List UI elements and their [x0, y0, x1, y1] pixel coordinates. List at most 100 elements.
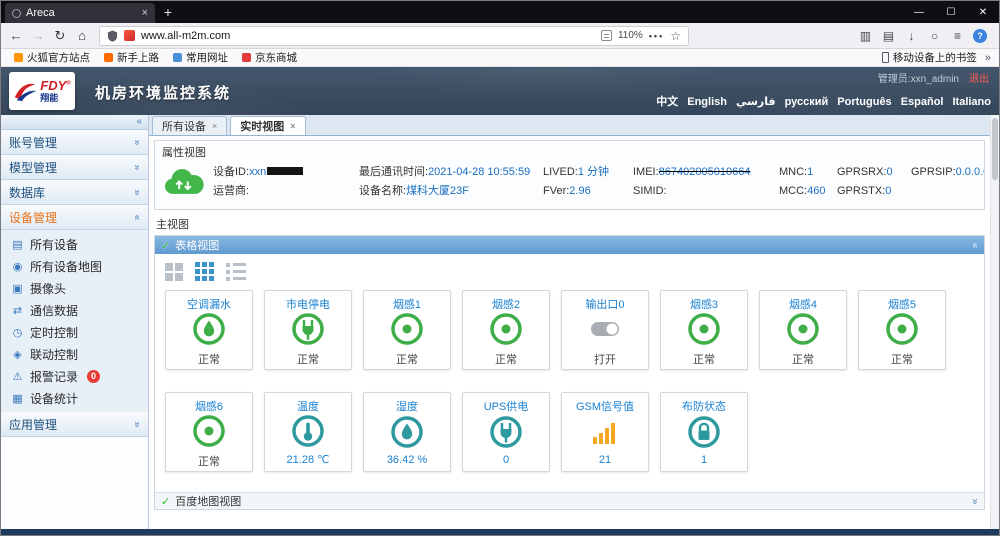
sidebar-item[interactable]: ⚠ 报警记录 0: [1, 365, 148, 387]
view-grid-large-icon[interactable]: [165, 262, 183, 281]
view-grid-small-icon[interactable]: [195, 262, 214, 281]
sidebar-item[interactable]: ▣ 摄像头: [1, 277, 148, 299]
sidebar-item[interactable]: ▤ 所有设备: [1, 233, 148, 255]
view-mode-switcher: [155, 254, 984, 286]
map-view-header[interactable]: ✓ 百度地图视图 »: [155, 492, 984, 509]
devices-icon: ▤: [12, 238, 23, 251]
forward-button[interactable]: →: [27, 28, 49, 43]
thermometer-icon: [291, 414, 325, 453]
bookmark-item[interactable]: 火狐官方站点: [7, 49, 97, 66]
browser-tab[interactable]: Areca ×: [5, 3, 155, 23]
device-card[interactable]: 布防状态 1: [660, 392, 748, 472]
back-button[interactable]: ←: [5, 28, 27, 43]
cards-row: 空调漏水 正常 市电停电 正常 烟感1 正常 烟感2 正常 输出口0 打开 烟感3 正常 烟感4 正常 烟感…: [155, 286, 984, 374]
device-card[interactable]: 温度 21.28 ℃: [264, 392, 352, 472]
device-card[interactable]: UPS供电 0: [462, 392, 550, 472]
language-link[interactable]: Italiano: [952, 96, 991, 108]
menu-icon[interactable]: ≡: [946, 29, 969, 43]
collapse-section-icon[interactable]: «: [970, 242, 981, 248]
card-value: 正常: [891, 354, 913, 366]
language-link[interactable]: English: [687, 96, 727, 108]
vertical-scrollbar[interactable]: [990, 115, 999, 529]
language-link[interactable]: فارسي: [736, 96, 776, 108]
bookmark-item[interactable]: 新手上路: [97, 49, 166, 66]
expand-section-icon[interactable]: »: [970, 498, 981, 504]
content-tab[interactable]: 实时视图 ×: [230, 116, 306, 135]
address-bar[interactable]: www.all-m2m.com 110% ••• ☆: [99, 25, 689, 46]
sidebar-toggle-icon[interactable]: ▤: [877, 29, 900, 43]
page-title: 机房环境监控系统: [95, 85, 232, 102]
map-icon: ◉: [12, 260, 23, 273]
sidebar-group[interactable]: 设备管理 «: [1, 205, 148, 230]
view-list-icon[interactable]: [226, 262, 246, 281]
mobile-bookmarks[interactable]: 移动设备上的书签: [876, 50, 983, 65]
device-card[interactable]: 烟感4 正常: [759, 290, 847, 370]
logout-link[interactable]: 退出: [969, 74, 989, 85]
url-text[interactable]: www.all-m2m.com: [141, 30, 230, 42]
sidebar-item[interactable]: ◈ 联动控制: [1, 343, 148, 365]
home-button[interactable]: ⌂: [71, 28, 93, 43]
language-link[interactable]: Español: [901, 96, 944, 108]
scrollbar-thumb[interactable]: [992, 118, 998, 180]
content-tab[interactable]: 所有设备 ×: [152, 116, 228, 135]
sidebar-item[interactable]: ◉ 所有设备地图: [1, 255, 148, 277]
card-value: 打开: [594, 354, 616, 366]
minimize-button[interactable]: —: [903, 1, 935, 23]
card-value: 21.28 ℃: [286, 454, 330, 466]
sidebar-item-label: 定时控制: [30, 325, 79, 340]
new-tab-button[interactable]: +: [155, 1, 181, 23]
language-link[interactable]: русский: [785, 96, 829, 108]
device-card[interactable]: 市电停电 正常: [264, 290, 352, 370]
sidebar-item[interactable]: ▦ 设备统计: [1, 387, 148, 409]
device-card[interactable]: 湿度 36.42 %: [363, 392, 451, 472]
library-icon[interactable]: ▥: [854, 29, 877, 43]
main-area: 所有设备 × 实时视图 × 属性视图 设备ID:xxn 运营商: 最后通讯时间:2: [149, 115, 999, 529]
sidebar-group[interactable]: 模型管理 »: [1, 155, 148, 180]
card-title: 温度: [297, 401, 319, 413]
tab-close-icon[interactable]: ×: [290, 121, 295, 131]
device-card[interactable]: 空调漏水 正常: [165, 290, 253, 370]
card-title: 空调漏水: [187, 299, 231, 311]
property-field: GPRSIP:0.0.0.0: [911, 163, 984, 182]
bookmark-item[interactable]: 常用网址: [166, 49, 235, 66]
logo-wing-icon: [15, 83, 37, 102]
shield-icon[interactable]: [107, 30, 118, 42]
device-card[interactable]: 烟感5 正常: [858, 290, 946, 370]
signal-icon: [588, 415, 622, 454]
page-actions-menu-icon[interactable]: •••: [649, 31, 664, 41]
language-link[interactable]: Português: [837, 96, 891, 108]
reload-button[interactable]: ↻: [49, 28, 71, 44]
sidebar-group[interactable]: 应用管理 »: [1, 412, 148, 437]
page-action-icon[interactable]: [600, 30, 612, 41]
bookmark-star-icon[interactable]: ☆: [670, 29, 681, 43]
bookmark-item[interactable]: 京东商城: [235, 49, 304, 66]
downloads-icon[interactable]: ↓: [900, 29, 923, 43]
table-view-header[interactable]: ✓ 表格视图 «: [155, 236, 984, 254]
sidebar-item[interactable]: ⇄ 通信数据: [1, 299, 148, 321]
sidebar-group[interactable]: 账号管理 »: [1, 130, 148, 155]
maximize-button[interactable]: ☐: [935, 1, 967, 23]
property-label: IMEI:: [633, 166, 659, 178]
sidebar-collapse-button[interactable]: «: [1, 115, 148, 130]
main-view-panel: ✓ 表格视图 « 空调漏水 正常 市电停电 正常 烟感1 正常 烟感2 正常 输…: [154, 235, 985, 510]
property-label: FVer:: [543, 185, 570, 197]
help-badge-icon[interactable]: ?: [973, 28, 987, 43]
device-card[interactable]: 烟感1 正常: [363, 290, 451, 370]
device-card[interactable]: 烟感6 正常: [165, 392, 253, 472]
device-card[interactable]: 烟感3 正常: [660, 290, 748, 370]
bookmarks-overflow-icon[interactable]: »: [983, 52, 993, 64]
device-card[interactable]: 烟感2 正常: [462, 290, 550, 370]
device-card[interactable]: GSM信号值 21: [561, 392, 649, 472]
tab-close-icon[interactable]: ×: [142, 7, 148, 19]
card-title: 烟感6: [194, 401, 224, 413]
account-icon[interactable]: ○: [923, 29, 946, 43]
close-button[interactable]: ✕: [967, 1, 999, 23]
language-link[interactable]: 中文: [656, 96, 678, 108]
device-card[interactable]: 输出口0 打开: [561, 290, 649, 370]
content-tab-label: 所有设备: [162, 121, 206, 133]
property-label: 运营商:: [213, 185, 250, 197]
tab-close-icon[interactable]: ×: [212, 121, 217, 131]
zoom-level[interactable]: 110%: [618, 30, 643, 41]
sidebar-item[interactable]: ◷ 定时控制: [1, 321, 148, 343]
sidebar-group[interactable]: 数据库 »: [1, 180, 148, 205]
